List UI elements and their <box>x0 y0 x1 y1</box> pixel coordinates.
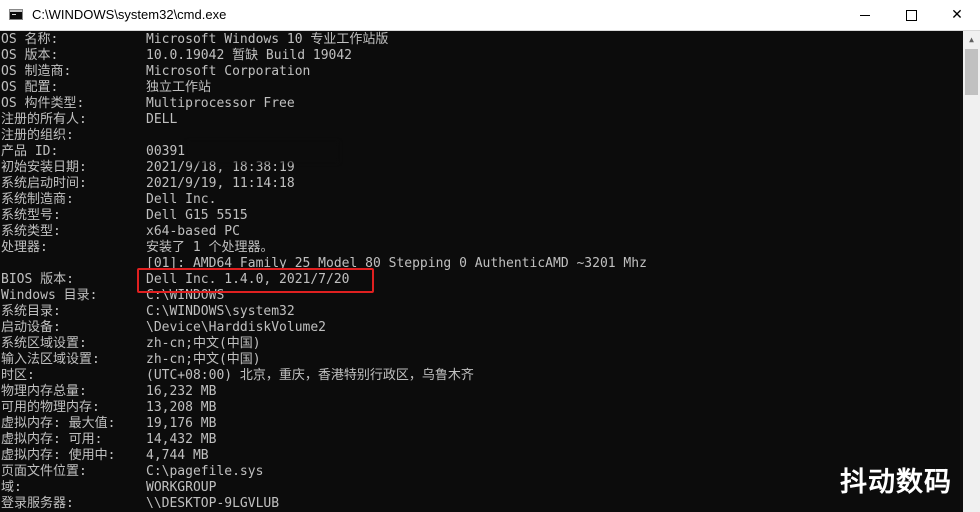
field-value: \Device\HarddiskVolume2 <box>146 320 327 335</box>
field-label: 虚拟内存: 最大值: <box>1 416 116 431</box>
field-value: Multiprocessor Free <box>146 96 295 111</box>
field-label: 系统型号: <box>1 208 61 223</box>
field-label: 系统目录: <box>1 304 61 319</box>
console-line: OS 版本: 10.0.19042 暂缺 Build 19042 <box>0 48 963 64</box>
field-label: 产品 ID: <box>1 144 59 159</box>
console-icon <box>9 9 23 20</box>
field-value: 2021/9/18, 18:38:19 <box>146 160 295 175</box>
console-line: 产品 ID: 00391 <box>0 144 963 160</box>
field-value: 安装了 1 个处理器。 <box>146 240 274 255</box>
field-label: 处理器: <box>1 240 48 255</box>
field-value: 10.0.19042 暂缺 Build 19042 <box>146 48 353 63</box>
field-label: 输入法区域设置: <box>1 352 100 367</box>
field-label: BIOS 版本: <box>1 272 74 287</box>
field-label: 启动设备: <box>1 320 61 335</box>
field-label: 初始安装日期: <box>1 160 87 175</box>
console-line: 虚拟内存: 可用: 14,432 MB <box>0 432 963 448</box>
field-label: 系统区域设置: <box>1 336 87 351</box>
field-label: OS 构件类型: <box>1 96 85 111</box>
console-line: 虚拟内存: 使用中: 4,744 MB <box>0 448 963 464</box>
field-label: 注册的组织: <box>1 128 74 143</box>
field-value: WORKGROUP <box>146 480 217 495</box>
console-line: 输入法区域设置: zh-cn;中文(中国) <box>0 352 963 368</box>
console-line: 可用的物理内存: 13,208 MB <box>0 400 963 416</box>
bios-version-highlight-box <box>137 268 374 293</box>
field-value: \\DESKTOP-9LGVLUB <box>146 496 280 511</box>
console-line: 域: WORKGROUP <box>0 480 963 496</box>
field-value: (UTC+08:00) 北京，重庆，香港特别行政区，乌鲁木齐 <box>146 368 474 383</box>
console-line: 注册的所有人: DELL <box>0 112 963 128</box>
maximize-button[interactable] <box>888 0 934 30</box>
field-label: OS 配置: <box>1 80 59 95</box>
field-label: 可用的物理内存: <box>1 400 100 415</box>
field-label: 系统类型: <box>1 224 61 239</box>
field-value: zh-cn;中文(中国) <box>146 352 261 367</box>
title-bar: C:\WINDOWS\system32\cmd.exe ✕ <box>0 0 980 31</box>
watermark-logo: 抖动数码 <box>840 467 952 498</box>
field-value: 19,176 MB <box>146 416 217 431</box>
console-line: 虚拟内存: 最大值: 19,176 MB <box>0 416 963 432</box>
field-label: 登录服务器: <box>1 496 74 511</box>
vertical-scrollbar[interactable]: ▲ <box>963 31 980 512</box>
console-line: 页面文件位置: C:\pagefile.sys <box>0 464 963 480</box>
field-label: Windows 目录: <box>1 288 98 303</box>
console-line: 系统类型: x64-based PC <box>0 224 963 240</box>
close-icon: ✕ <box>951 7 963 23</box>
console-line: 启动设备: \Device\HarddiskVolume2 <box>0 320 963 336</box>
maximize-icon <box>905 9 917 21</box>
close-button[interactable]: ✕ <box>934 0 980 30</box>
field-label: 时区: <box>1 368 35 383</box>
minimize-icon <box>860 14 870 16</box>
field-value: 独立工作站 <box>146 80 212 95</box>
field-value: x64-based PC <box>146 224 240 239</box>
field-label: 域: <box>1 480 22 495</box>
console-line: 系统区域设置: zh-cn;中文(中国) <box>0 336 963 352</box>
console-line: OS 制造商: Microsoft Corporation <box>0 64 963 80</box>
field-value: 16,232 MB <box>146 384 217 399</box>
scrollbar-thumb[interactable] <box>965 49 978 95</box>
field-value: C:\WINDOWS\system32 <box>146 304 295 319</box>
field-label: 系统启动时间: <box>1 176 87 191</box>
console-line: 时区: (UTC+08:00) 北京，重庆，香港特别行政区，乌鲁木齐 <box>0 368 963 384</box>
field-value: Dell Inc. <box>146 192 217 207</box>
field-label: 页面文件位置: <box>1 464 87 479</box>
field-label: OS 制造商: <box>1 64 72 79</box>
field-value: 14,432 MB <box>146 432 217 447</box>
console-line: 系统启动时间: 2021/9/19, 11:14:18 <box>0 176 963 192</box>
console-line: 系统型号: Dell G15 5515 <box>0 208 963 224</box>
console-line: 登录服务器: \\DESKTOP-9LGVLUB <box>0 496 963 512</box>
field-label: OS 版本: <box>1 48 59 63</box>
field-label: OS 名称: <box>1 32 59 47</box>
field-value: Dell G15 5515 <box>146 208 248 223</box>
field-value: zh-cn;中文(中国) <box>146 336 261 351</box>
field-value: DELL <box>146 112 178 127</box>
console-line: OS 配置: 独立工作站 <box>0 80 963 96</box>
console-line: 初始安装日期: 2021/9/18, 18:38:19 <box>0 160 963 176</box>
redacted-product-id <box>188 142 338 162</box>
console-line: OS 构件类型: Multiprocessor Free <box>0 96 963 112</box>
console-line: 系统制造商: Dell Inc. <box>0 192 963 208</box>
window-title: C:\WINDOWS\system32\cmd.exe <box>32 7 227 22</box>
field-label: 物理内存总量: <box>1 384 87 399</box>
field-label: 系统制造商: <box>1 192 74 207</box>
console-line: OS 名称: Microsoft Windows 10 专业工作站版 <box>0 32 963 48</box>
field-value: Microsoft Windows 10 专业工作站版 <box>146 32 389 47</box>
scroll-up-icon[interactable]: ▲ <box>963 31 980 48</box>
field-value: Microsoft Corporation <box>146 64 311 79</box>
console-line: 系统目录: C:\WINDOWS\system32 <box>0 304 963 320</box>
console-line: 物理内存总量: 16,232 MB <box>0 384 963 400</box>
field-value: 00391 <box>146 144 186 159</box>
console-line: 处理器: 安装了 1 个处理器。 <box>0 240 963 256</box>
field-label: 注册的所有人: <box>1 112 87 127</box>
field-label: 虚拟内存: 使用中: <box>1 448 116 463</box>
field-label: 虚拟内存: 可用: <box>1 432 103 447</box>
console-line: 注册的组织: <box>0 128 963 144</box>
minimize-button[interactable] <box>842 0 888 30</box>
field-value: C:\pagefile.sys <box>146 464 264 479</box>
field-value: 13,208 MB <box>146 400 217 415</box>
field-value: 4,744 MB <box>146 448 209 463</box>
field-value: 2021/9/19, 11:14:18 <box>146 176 295 191</box>
